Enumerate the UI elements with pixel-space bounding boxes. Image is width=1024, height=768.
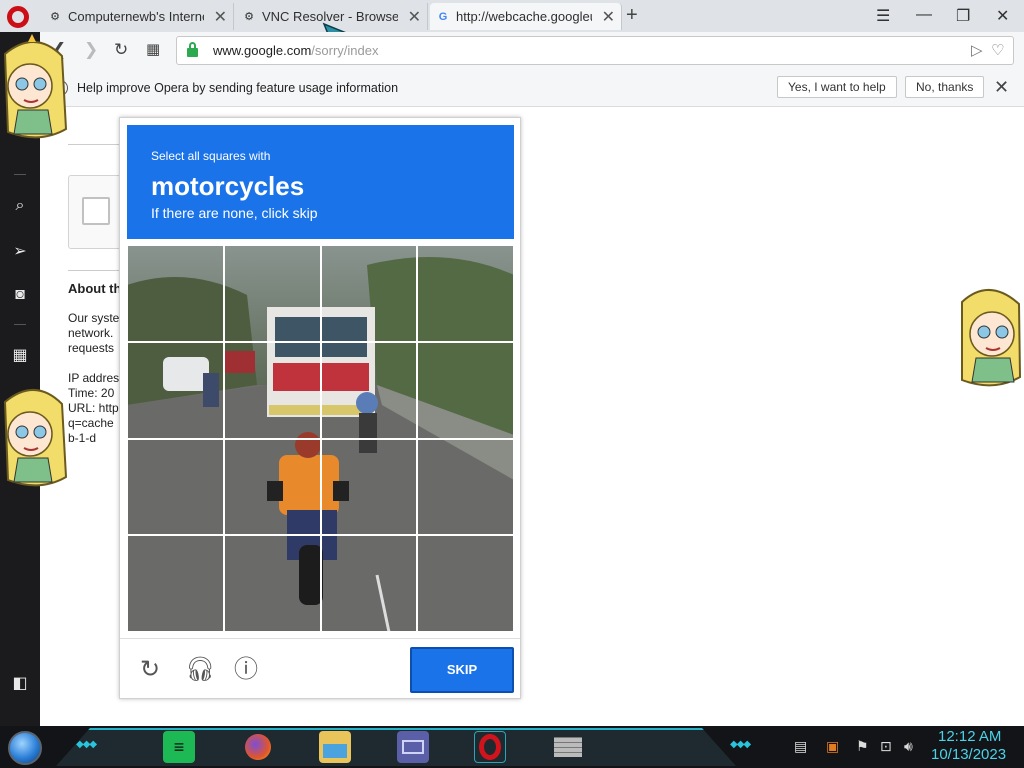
minimize-icon[interactable]: — xyxy=(916,6,932,24)
firefox-icon[interactable] xyxy=(242,731,274,763)
tab-title: Computernewb's Internet xyxy=(68,9,204,24)
show-hidden-icons[interactable]: ▤ xyxy=(794,738,807,755)
decor-dots: ◆◆◆ xyxy=(730,739,751,750)
camera-icon[interactable]: ◙ xyxy=(10,285,30,305)
bookmark-heart-icon[interactable]: ♡ xyxy=(991,41,1004,59)
java-update-icon[interactable]: ▣ xyxy=(826,738,839,755)
send-icon[interactable]: ➢ xyxy=(10,242,30,262)
about-text: Our syste xyxy=(68,311,120,325)
grid-tile[interactable] xyxy=(417,535,514,632)
challenge-instruction: Select all squares with xyxy=(151,149,271,163)
grid-tile[interactable] xyxy=(417,341,514,439)
send-to-flow-icon[interactable]: ▷ xyxy=(971,41,983,59)
grid-tile[interactable] xyxy=(127,535,224,632)
no-thanks-button[interactable]: No, thanks xyxy=(905,76,985,98)
clock-time[interactable]: 12:12 AM xyxy=(938,728,1001,745)
divider xyxy=(14,324,26,325)
close-icon[interactable]: ✕ xyxy=(408,7,421,27)
cartoon-character-sticker xyxy=(961,289,1022,387)
apps-grid-icon[interactable]: ▦ xyxy=(10,346,30,366)
grid-tile[interactable] xyxy=(127,438,224,536)
restore-icon[interactable]: ❐ xyxy=(956,6,970,26)
new-tab-button[interactable]: + xyxy=(626,4,638,27)
cartoon-character-sticker xyxy=(3,389,68,487)
about-text: q=cache xyxy=(68,416,114,430)
reload-icon[interactable]: ↻ xyxy=(137,657,163,683)
about-text: Time: 20 xyxy=(68,386,115,400)
grid-tile[interactable] xyxy=(127,341,224,439)
action-center-flag-icon[interactable]: ⚑ xyxy=(856,738,869,755)
opera-menu-icon[interactable] xyxy=(7,6,29,28)
grid-tile[interactable] xyxy=(320,438,418,536)
grid-tile[interactable] xyxy=(127,245,224,342)
grid-tile[interactable] xyxy=(223,535,321,632)
headphones-icon[interactable]: 🎧︎ xyxy=(185,657,215,683)
firewall-icon[interactable] xyxy=(552,731,584,763)
sidebar-toggle-icon[interactable]: ◧ xyxy=(10,674,30,694)
grid-tile[interactable] xyxy=(417,438,514,536)
challenge-hint: If there are none, click skip xyxy=(151,205,318,221)
divider xyxy=(14,174,26,175)
recaptcha-checkbox[interactable] xyxy=(82,197,110,225)
grid-tile[interactable] xyxy=(320,245,418,342)
info-bar: i Help improve Opera by sending feature … xyxy=(40,69,1024,107)
address-field[interactable]: www.google.com/sorry/index ▷ ♡ xyxy=(176,36,1014,65)
spotify-icon[interactable]: ≡ xyxy=(163,731,195,763)
vm-icon: ⚙ xyxy=(50,11,60,23)
about-text: URL: http xyxy=(68,401,119,415)
about-text: b-1-d xyxy=(68,431,97,445)
grid-tile[interactable] xyxy=(320,535,418,632)
recaptcha-challenge: Select all squares with motorcycles If t… xyxy=(119,117,521,699)
close-icon[interactable]: ✕ xyxy=(214,7,227,27)
clock-date[interactable]: 10/13/2023 xyxy=(931,746,1006,763)
tab-webcache[interactable]: G http://webcache.googleus ✕ xyxy=(430,3,622,30)
yes-help-button[interactable]: Yes, I want to help xyxy=(777,76,897,98)
about-text: requests xyxy=(68,341,115,355)
grid-tile[interactable] xyxy=(223,438,321,536)
close-icon[interactable]: ✕ xyxy=(994,77,1009,98)
tab-computernewb[interactable]: ⚙ Computernewb's Internet ✕ xyxy=(42,3,234,30)
challenge-header: Select all squares with motorcycles If t… xyxy=(127,125,514,239)
close-icon[interactable]: ✕ xyxy=(602,7,615,27)
taskbar-frame xyxy=(56,728,736,766)
about-text: IP addres xyxy=(68,371,120,385)
search-icon[interactable]: ⌕ xyxy=(10,196,30,216)
skip-button[interactable]: SKIP xyxy=(410,647,514,693)
decor-dots: ◆◆◆ xyxy=(76,739,97,750)
grid-tile[interactable] xyxy=(223,245,321,342)
speed-dial-icon[interactable]: ▦ xyxy=(146,40,160,58)
lock-icon xyxy=(187,42,198,57)
google-icon: G xyxy=(438,10,448,23)
challenge-target: motorcycles xyxy=(151,171,305,201)
start-button[interactable] xyxy=(8,731,42,765)
tab-strip: ⚙ Computernewb's Internet ✕ ⚙ VNC Resolv… xyxy=(0,0,1024,32)
grid-tile[interactable] xyxy=(223,341,321,439)
info-message: Help improve Opera by sending feature us… xyxy=(77,81,399,95)
navigation-bar: ❮ ❯ ↻ ▦ www.google.com/sorry/index ▷ ♡ xyxy=(40,32,1024,69)
app-window-icon[interactable] xyxy=(397,731,429,763)
reload-button[interactable]: ↻ xyxy=(114,40,128,60)
challenge-footer: ↻ 🎧︎ ⓘ SKIP xyxy=(120,638,520,698)
challenge-image-grid xyxy=(127,245,514,632)
grid-tile[interactable] xyxy=(320,341,418,439)
vm-icon: ⚙ xyxy=(244,11,254,23)
about-text: network. xyxy=(68,326,114,340)
tab-menu-icon[interactable]: ☰ xyxy=(876,6,890,26)
window-close-icon[interactable]: ✕ xyxy=(996,6,1009,26)
volume-icon[interactable]: 🔊︎ xyxy=(904,738,913,755)
grid-tile[interactable] xyxy=(417,245,514,342)
info-icon[interactable]: ⓘ xyxy=(233,657,259,683)
tab-title: http://webcache.googleus xyxy=(456,9,592,24)
opera-taskbar-icon[interactable] xyxy=(474,731,506,763)
file-explorer-icon[interactable] xyxy=(319,731,351,763)
forward-button[interactable]: ❯ xyxy=(84,40,98,60)
url-text: www.google.com/sorry/index xyxy=(213,43,379,58)
about-heading: About th xyxy=(68,281,122,296)
network-icon[interactable]: ⊡ xyxy=(880,738,892,755)
taskbar: ◆◆◆ ◆◆◆ ≡ ▤ ▣ ⚑ ⊡ 🔊︎ 12:12 AM 10/13/2023 xyxy=(0,726,1024,768)
cartoon-character-sticker xyxy=(3,34,68,139)
